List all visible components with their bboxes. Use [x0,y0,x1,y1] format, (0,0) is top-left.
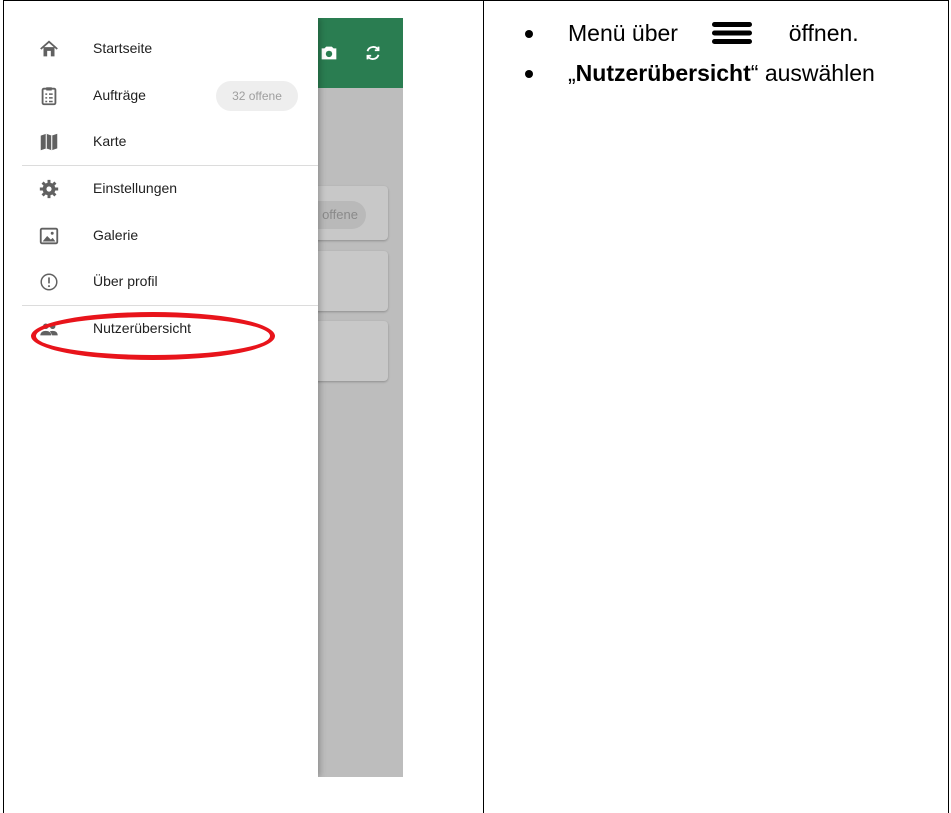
instruction-text: öffnen. [788,20,859,46]
highlight-ring [31,312,275,360]
phone-screenshot: offene Startseite Aufträge 32 offene Kar… [22,18,403,777]
gear-icon [39,179,59,199]
hamburger-menu-icon [712,22,753,44]
drawer-item-label: Aufträge [93,87,146,103]
drawer-item-label: Karte [93,133,127,149]
drawer-item-startseite[interactable]: Startseite [22,26,318,72]
instruction-text: „ [568,60,576,86]
drawer-item-label: Einstellungen [93,180,178,196]
drawer-item-label: Galerie [93,227,139,243]
bullet-icon [525,30,533,38]
clipboard-list-icon [41,87,57,106]
instruction-step-1: Menü über öffnen. [510,15,940,55]
bullet-icon [525,70,533,78]
map-icon [40,133,58,151]
drawer-item-galerie[interactable]: Galerie [22,213,318,259]
open-orders-badge: 32 offene [216,81,298,111]
drawer-item-label: Über profil [93,273,158,289]
home-icon [40,40,58,57]
drawer-item-label: Startseite [93,40,153,56]
instruction-text: Menü über [568,20,678,46]
sync-icon[interactable] [362,42,384,64]
instruction-step-2: „Nutzerübersicht“ auswählen [510,55,940,95]
navigation-drawer: Startseite Aufträge 32 offene Karte Eins… [22,18,318,777]
drawer-item-ueber-profil[interactable]: Über profil [22,259,318,305]
info-icon [40,273,58,291]
instructions-list: Menü über öffnen. „Nutzerübersicht“ ausw… [510,15,940,95]
instruction-bold-text: Nutzerübersicht [575,60,751,86]
instruction-text: “ auswählen [750,60,875,86]
table-column-divider [483,0,484,813]
camera-icon[interactable] [318,42,340,64]
drawer-item-einstellungen[interactable]: Einstellungen [22,166,318,212]
drawer-item-karte[interactable]: Karte [22,119,318,165]
gallery-icon [39,227,59,245]
